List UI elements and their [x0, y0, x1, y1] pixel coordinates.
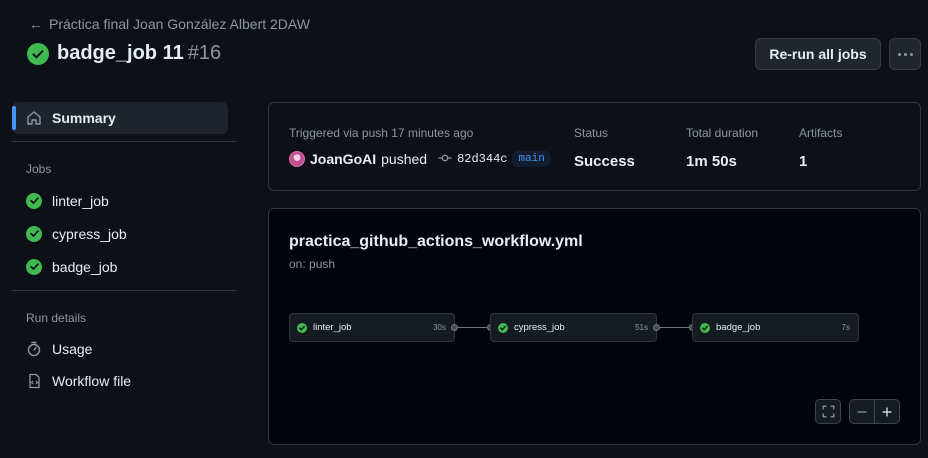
fullscreen-button[interactable] [815, 399, 841, 424]
duration-stat: Total duration 1m 50s [686, 126, 758, 170]
success-check-icon [26, 258, 42, 275]
divider [12, 141, 236, 142]
artifacts-stat: Artifacts 1 [799, 126, 842, 170]
job-name: cypress_job [514, 322, 565, 333]
status-value: Success [574, 153, 635, 170]
sidebar-item-usage[interactable]: Usage [12, 333, 236, 365]
home-icon [26, 110, 42, 126]
sidebar-item-label: Workflow file [52, 373, 132, 389]
status-label: Status [574, 126, 609, 140]
graph-job-linter[interactable]: linter_job 30s [289, 313, 455, 342]
graph-job-badge[interactable]: badge_job 7s [692, 313, 859, 342]
divider [12, 290, 236, 291]
artifacts-label: Artifacts [799, 126, 843, 140]
breadcrumb-label: Práctica final Joan González Albert 2DAW [49, 16, 310, 32]
status-stat: Status Success [574, 126, 635, 170]
back-link[interactable]: ← Práctica final Joan González Albert 2D… [29, 16, 310, 32]
success-check-icon [26, 225, 42, 242]
actor-link[interactable]: JoanGoAI [310, 151, 376, 167]
sidebar-item-badge-job[interactable]: badge_job [12, 250, 236, 283]
connector-line [660, 327, 689, 328]
triggered-label: Triggered via push 17 minutes ago [289, 126, 474, 140]
job-name: linter_job [313, 322, 352, 333]
job-name: badge_job [716, 322, 761, 333]
duration-label: Total duration [686, 126, 759, 140]
workflow-graph-card: practica_github_actions_workflow.yml on:… [268, 208, 921, 445]
job-duration: 30s [433, 323, 446, 332]
jobs-heading: Jobs [26, 162, 52, 176]
connector-line [458, 327, 487, 328]
trigger-details: JoanGoAI pushed 82d344c main [289, 151, 551, 167]
zoom-in-button[interactable] [874, 399, 900, 424]
job-duration: 51s [635, 323, 648, 332]
sidebar-item-label: Usage [52, 341, 93, 357]
connector-dot [451, 324, 458, 331]
workflow-filename: practica_github_actions_workflow.yml [289, 233, 583, 250]
plus-icon [882, 407, 892, 416]
success-check-icon [27, 42, 49, 65]
success-check-icon [26, 192, 42, 209]
file-code-icon [26, 373, 42, 389]
page-header: badge_job 11 #16 [27, 42, 221, 65]
sidebar-item-label: linter_job [52, 192, 109, 209]
duration-value: 1m 50s [686, 153, 737, 170]
sidebar-item-label: cypress_job [52, 225, 127, 242]
run-number: #16 [187, 42, 222, 64]
sidebar-item-cypress-job[interactable]: cypress_job [12, 217, 236, 250]
git-commit-icon [438, 152, 452, 166]
sidebar-item-workflow-file[interactable]: Workflow file [12, 365, 236, 397]
page-title: badge_job 11 #16 [57, 42, 222, 64]
kebab-icon [897, 52, 901, 56]
more-options-button[interactable] [889, 38, 921, 70]
success-check-icon [297, 322, 307, 333]
avatar[interactable] [289, 151, 305, 167]
minus-icon [857, 410, 867, 413]
sidebar: Summary Jobs linter_job cypress_job badg… [12, 100, 236, 397]
rerun-all-jobs-button[interactable]: Re-run all jobs [755, 38, 881, 70]
run-summary-card: Triggered via push 17 minutes ago JoanGo… [268, 102, 921, 191]
workflow-trigger: on: push [289, 257, 336, 271]
sidebar-item-label: badge_job [52, 258, 118, 275]
artifacts-value[interactable]: 1 [799, 153, 842, 170]
success-check-icon [498, 322, 508, 333]
arrow-left-icon: ← [29, 16, 43, 32]
connector-dot [653, 324, 660, 331]
graph-job-cypress[interactable]: cypress_job 51s [490, 313, 657, 342]
job-duration: 7s [841, 323, 850, 332]
commit-sha-link[interactable]: 82d344c [457, 152, 507, 166]
fullscreen-icon [822, 405, 834, 418]
sidebar-item-linter-job[interactable]: linter_job [12, 184, 236, 217]
run-details-heading: Run details [26, 311, 87, 325]
stopwatch-icon [26, 341, 42, 357]
branch-badge[interactable]: main [512, 151, 551, 167]
sidebar-item-label: Summary [52, 110, 116, 126]
success-check-icon [700, 322, 710, 333]
sidebar-item-summary[interactable]: Summary [12, 102, 228, 134]
zoom-out-button[interactable] [849, 399, 875, 424]
action-text: pushed [381, 151, 428, 167]
